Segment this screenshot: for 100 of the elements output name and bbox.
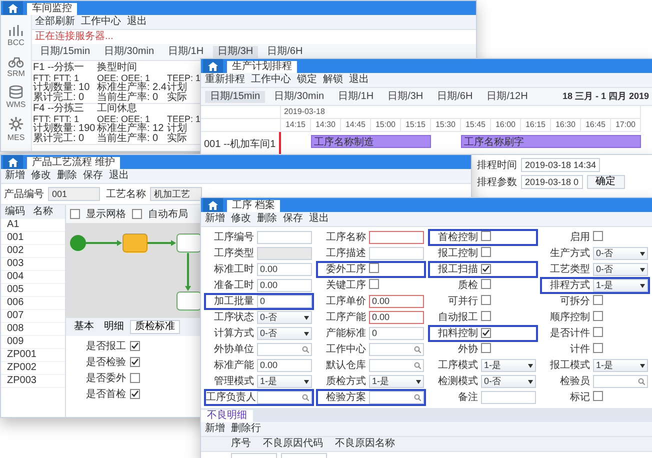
toolbar-button[interactable]: 锁定 <box>297 74 317 86</box>
window-tab[interactable]: 生产计划排程 <box>227 61 297 73</box>
date-field[interactable]: 2019-03-18 14:34 <box>521 158 600 172</box>
search-icon[interactable] <box>414 394 421 401</box>
toolbar-button[interactable]: 退出 <box>309 213 329 225</box>
detail-tab[interactable]: 基本 <box>70 320 98 334</box>
tree-item[interactable]: 003 <box>1 258 65 271</box>
checkbox[interactable] <box>481 247 491 257</box>
tree-item[interactable]: 007 <box>1 310 65 323</box>
input-field[interactable]: 0.00 <box>257 359 312 372</box>
module-label[interactable]: MES <box>7 133 25 142</box>
detail-tab[interactable]: 明细 <box>100 320 128 334</box>
tree-item[interactable]: 005 <box>1 284 65 297</box>
toolbar-button[interactable]: 新增 <box>5 170 25 182</box>
input-field[interactable] <box>369 247 424 260</box>
view-button[interactable]: 日期/30min <box>99 46 160 58</box>
checkbox[interactable] <box>481 295 491 305</box>
dropdown[interactable]: 1-是 <box>369 375 424 388</box>
dropdown[interactable]: 1-是 <box>257 375 312 388</box>
dropdown[interactable]: 0-否 <box>593 247 648 260</box>
window-tab[interactable]: 产品工艺流程 维护 <box>27 157 120 169</box>
dropdown[interactable]: 1-是 <box>593 279 648 292</box>
input-field[interactable] <box>369 231 424 244</box>
view-button[interactable]: 日期/6H <box>432 90 478 102</box>
search-field[interactable] <box>369 359 424 372</box>
toolbar-button[interactable]: 新增 <box>205 423 225 435</box>
search-icon[interactable] <box>638 378 645 385</box>
checkbox[interactable] <box>132 209 142 219</box>
input-field[interactable]: 0.00 <box>369 295 424 308</box>
toolbar-button[interactable]: 修改 <box>31 170 51 182</box>
input-field[interactable] <box>257 231 312 244</box>
search-field[interactable] <box>257 391 312 404</box>
checkbox[interactable] <box>481 343 491 353</box>
input-field[interactable]: 0.00 <box>257 263 312 276</box>
search-icon[interactable] <box>414 362 421 369</box>
checkbox[interactable] <box>481 311 491 321</box>
view-button[interactable]: 日期/3H <box>382 90 428 102</box>
checkbox[interactable] <box>130 373 140 383</box>
toolbar-button[interactable]: 全部刷新 <box>35 16 75 28</box>
tree-item[interactable]: ZP003 <box>1 375 65 388</box>
checkbox[interactable] <box>593 327 603 337</box>
home-icon[interactable] <box>8 158 18 166</box>
input-field[interactable]: 0 <box>257 295 312 308</box>
detail-tab[interactable]: 质检标准 <box>130 320 180 334</box>
tree-item[interactable]: 006 <box>1 297 65 310</box>
checkbox[interactable] <box>593 311 603 321</box>
home-icon[interactable] <box>208 62 218 70</box>
search-icon[interactable] <box>302 346 309 353</box>
input-field[interactable]: 0 <box>369 327 424 340</box>
checkbox[interactable] <box>369 279 379 289</box>
task-bar[interactable]: 工序名称刷字 <box>461 135 641 148</box>
input-field[interactable]: 0.00 <box>257 279 312 292</box>
dropdown[interactable]: 0-否 <box>593 263 648 276</box>
search-field[interactable] <box>369 343 424 356</box>
toolbar-button[interactable]: 退出 <box>349 74 369 86</box>
task-bar[interactable]: 工序名称制造 <box>311 135 431 148</box>
toolbar-button[interactable]: 修改 <box>231 213 251 225</box>
tree-item[interactable]: A1 <box>1 219 65 232</box>
checkbox[interactable] <box>593 343 603 353</box>
dropdown[interactable]: 1-是 <box>593 359 648 372</box>
bar-chart-icon[interactable] <box>8 23 24 37</box>
tree-item[interactable]: 009 <box>1 336 65 349</box>
checkbox[interactable] <box>481 264 491 274</box>
checkbox[interactable] <box>70 209 80 219</box>
toolbar-button[interactable]: 删除 <box>257 213 277 225</box>
module-label[interactable]: WMS <box>6 100 26 109</box>
dropdown[interactable]: 0-否 <box>257 311 312 324</box>
checkbox[interactable] <box>130 357 140 367</box>
tree-item[interactable]: 001 <box>1 232 65 245</box>
home-icon[interactable] <box>8 4 18 12</box>
checkbox[interactable] <box>593 231 603 241</box>
home-icon[interactable] <box>208 200 218 210</box>
input-field[interactable]: 机加工艺 <box>150 187 202 201</box>
module-label[interactable]: SRM <box>7 69 25 78</box>
toolbar-button[interactable]: 工作中心 <box>81 16 121 28</box>
input-field[interactable]: 001 <box>48 187 100 201</box>
dropdown[interactable]: 1-是 <box>481 359 536 372</box>
date-field[interactable]: 2019-03-18 0 <box>521 175 583 189</box>
view-button[interactable]: 日期/6H <box>262 46 308 58</box>
confirm-button[interactable]: 确定 <box>586 175 625 189</box>
database-icon[interactable] <box>8 85 24 99</box>
checkbox[interactable] <box>369 263 379 273</box>
tree-item[interactable]: 002 <box>1 245 65 258</box>
checkbox[interactable] <box>130 389 140 399</box>
search-field[interactable] <box>257 343 312 356</box>
tree-item[interactable]: ZP001 <box>1 349 65 362</box>
checkbox[interactable] <box>130 341 140 351</box>
toolbar-button[interactable]: 退出 <box>127 16 147 28</box>
view-button[interactable]: 日期/15min <box>35 46 96 58</box>
checkbox[interactable] <box>593 295 603 305</box>
checkbox[interactable] <box>593 391 603 401</box>
checkbox[interactable] <box>481 279 491 289</box>
view-button[interactable]: 日期/1H <box>333 90 379 102</box>
window-tab[interactable]: 工序 档案 <box>227 200 280 212</box>
toolbar-button[interactable]: 新增 <box>205 213 225 225</box>
search-icon[interactable] <box>414 346 421 353</box>
view-button[interactable]: 日期/12H <box>482 90 533 102</box>
dropdown[interactable]: 0-否 <box>257 327 312 340</box>
checkbox[interactable] <box>481 328 491 338</box>
tree-item[interactable]: 008 <box>1 323 65 336</box>
